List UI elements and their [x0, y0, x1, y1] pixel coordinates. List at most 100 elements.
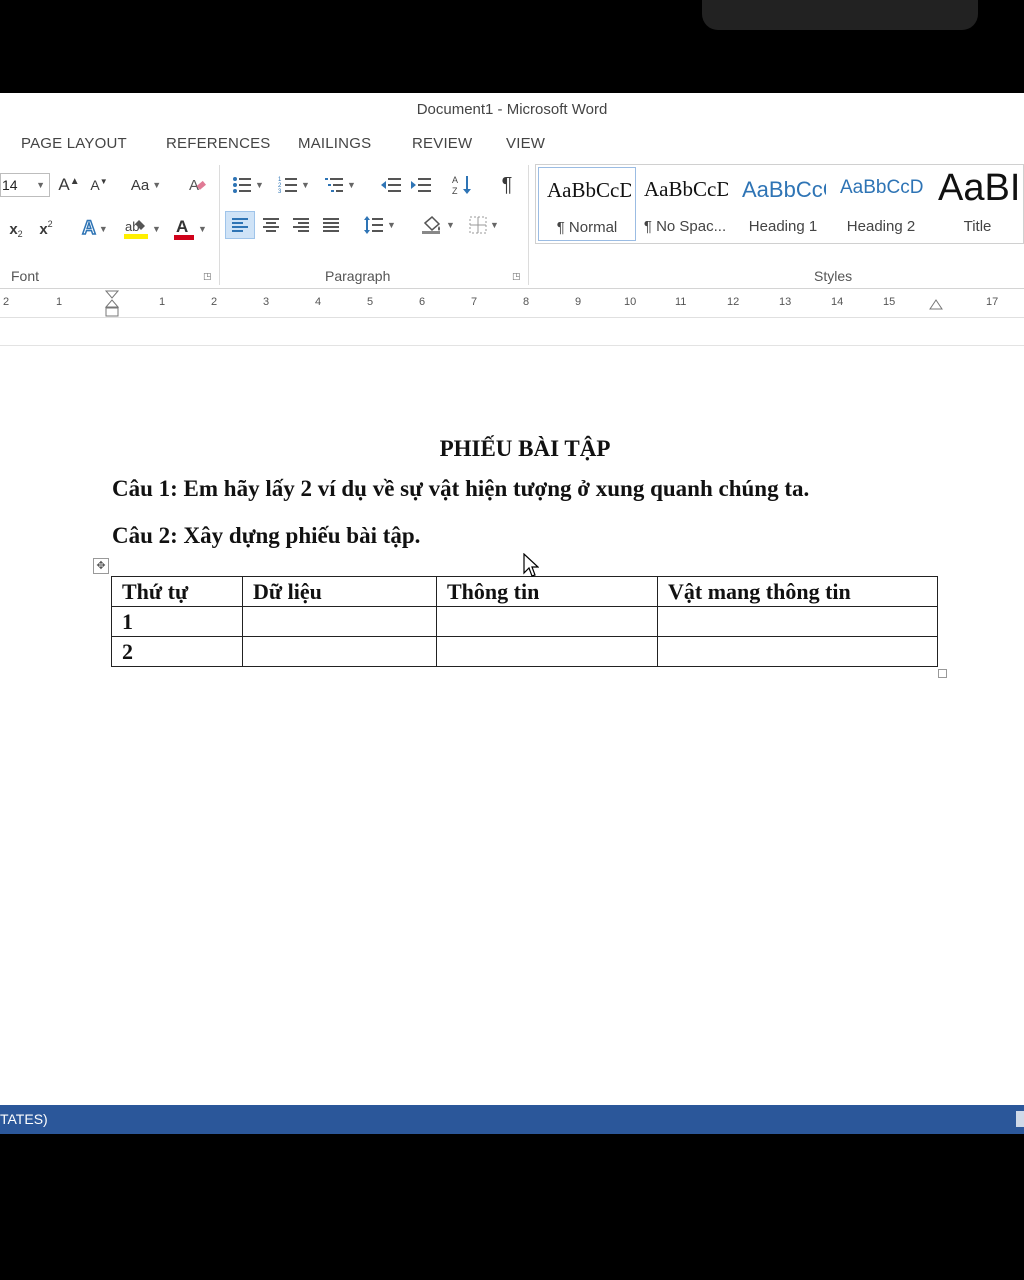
style-heading-1[interactable]: AaBbCcC Heading 1: [734, 167, 832, 241]
style-sample: AaBI: [938, 167, 1021, 209]
tab-page-layout[interactable]: PAGE LAYOUT: [21, 135, 127, 152]
table-header-cell[interactable]: Vật mang thông tin: [657, 576, 938, 607]
tab-view[interactable]: VIEW: [506, 135, 545, 152]
numbering-icon[interactable]: 1 2 3 ▼: [274, 171, 314, 199]
font-size-value: 14: [2, 177, 18, 193]
decrease-indent-icon[interactable]: [378, 171, 404, 199]
change-case-icon[interactable]: Aa ▼: [126, 171, 166, 199]
ruler-number: 10: [624, 296, 637, 308]
table-cell[interactable]: [436, 606, 658, 637]
ruler-number: 12: [727, 296, 740, 308]
mouse-pointer-icon: [523, 553, 539, 577]
style-sample: AaBbCcDc: [644, 177, 728, 201]
svg-text:3: 3: [278, 189, 282, 195]
table-row: 2: [111, 636, 938, 667]
tab-references[interactable]: REFERENCES: [166, 135, 271, 152]
style-heading-2[interactable]: AaBbCcDc Heading 2: [832, 167, 930, 241]
justify-icon[interactable]: [316, 211, 346, 239]
ruler-number: 3: [263, 296, 270, 308]
ruler-number: 17: [986, 296, 999, 308]
font-size-box[interactable]: 14 ▼: [0, 173, 50, 197]
line-spacing-icon[interactable]: ▼: [360, 211, 400, 239]
style-normal[interactable]: AaBbCcDc ¶ Normal: [538, 167, 636, 241]
style-title[interactable]: AaBI Title: [930, 167, 1024, 241]
tab-review[interactable]: REVIEW: [412, 135, 472, 152]
ruler-number: 1: [159, 296, 166, 308]
style-name: ¶ No Spac...: [643, 218, 727, 235]
multilevel-list-icon[interactable]: ▼: [320, 171, 360, 199]
svg-text:A: A: [176, 217, 188, 236]
grow-font-icon[interactable]: A ▲: [58, 171, 80, 199]
svg-text:A: A: [452, 175, 458, 185]
paragraph-group-label: Paragraph: [325, 268, 391, 284]
text-effects-icon[interactable]: A ▼: [76, 215, 114, 243]
table-cell[interactable]: [436, 636, 658, 667]
shading-icon[interactable]: ▼: [418, 211, 458, 239]
view-mode-icon[interactable]: [1016, 1111, 1024, 1127]
superscript-icon[interactable]: x2: [34, 215, 58, 243]
camera-notch: [702, 0, 978, 30]
ruler-number: 7: [471, 296, 478, 308]
svg-text:ab: ab: [125, 219, 139, 234]
ruler-number: 1: [56, 296, 63, 308]
increase-indent-icon[interactable]: [408, 171, 434, 199]
align-left-icon[interactable]: [225, 211, 255, 239]
borders-icon[interactable]: ▼: [464, 211, 504, 239]
table-cell[interactable]: [657, 636, 938, 667]
paragraph-dialog-launcher-icon[interactable]: ◳: [512, 271, 522, 281]
ruler-number: 8: [523, 296, 530, 308]
show-hide-marks-icon[interactable]: ¶: [494, 171, 520, 199]
ruler-number: 2: [3, 296, 10, 308]
word-window: Document1 - Microsoft Word PAGE LAYOUT R…: [0, 93, 1024, 1134]
subscript-icon[interactable]: x2: [4, 215, 28, 243]
align-center-icon[interactable]: [256, 211, 286, 239]
title-bar: Document1 - Microsoft Word: [0, 93, 1024, 125]
first-line-indent-marker[interactable]: [104, 290, 120, 318]
styles-gallery: AaBbCcDc ¶ Normal AaBbCcDc ¶ No Spac... …: [535, 164, 1024, 244]
table-cell[interactable]: [657, 606, 938, 637]
ruler-number: 14: [831, 296, 844, 308]
right-indent-marker[interactable]: [929, 298, 943, 310]
ruler-number: 2: [211, 296, 218, 308]
clear-formatting-icon[interactable]: A: [184, 171, 210, 199]
horizontal-ruler[interactable]: 2 1 1 2 3 4 5 6 7 8 9 10 11 12 13 14 15 …: [0, 290, 1024, 318]
sort-icon[interactable]: AZ: [450, 171, 476, 199]
table-resize-handle[interactable]: [938, 669, 947, 678]
table-header-cell[interactable]: Thông tin: [436, 576, 658, 607]
table-header-cell[interactable]: Thứ tự: [111, 576, 243, 607]
tab-mailings[interactable]: MAILINGS: [298, 135, 371, 152]
ruler-number: 6: [419, 296, 426, 308]
styles-group-label: Styles: [814, 268, 853, 284]
bullets-icon[interactable]: ▼: [228, 171, 268, 199]
svg-text:Z: Z: [452, 186, 458, 196]
style-name: Heading 2: [846, 218, 916, 235]
group-separator: [219, 165, 220, 285]
style-sample: AaBbCcDc: [840, 177, 924, 198]
worksheet-table[interactable]: Thứ tự Dữ liệu Thông tin Vật mang thông …: [111, 576, 938, 667]
table-header-cell[interactable]: Dữ liệu: [242, 576, 437, 607]
table-cell[interactable]: [242, 606, 437, 637]
table-header-row: Thứ tự Dữ liệu Thông tin Vật mang thông …: [111, 576, 938, 607]
ribbon: 14 ▼ A ▲ A ▼ Aa ▼ A x2 x2 A ▼ ab ▼ A ▼ Font ◳ …: [0, 159, 1024, 289]
style-sample: AaBbCcDc: [547, 178, 631, 202]
table-move-handle-icon[interactable]: ✥: [93, 558, 109, 574]
window-title: Document1 - Microsoft Word: [416, 101, 608, 118]
style-sample: AaBbCcC: [742, 177, 826, 202]
status-text[interactable]: TATES): [0, 1111, 48, 1127]
table-cell[interactable]: [242, 636, 437, 667]
align-right-icon[interactable]: [286, 211, 316, 239]
font-group-label: Font: [11, 268, 40, 284]
table-row: 1: [111, 606, 938, 637]
highlight-color-icon[interactable]: ab ▼: [120, 215, 164, 243]
shrink-font-icon[interactable]: A ▼: [88, 171, 110, 199]
table-cell[interactable]: 2: [111, 636, 243, 667]
style-name: Title: [963, 218, 992, 235]
document-area[interactable]: PHIẾU BÀI TẬP Câu 1: Em hãy lấy 2 ví dụ …: [0, 345, 1024, 1105]
document-heading: PHIẾU BÀI TẬP: [439, 436, 611, 461]
ruler-number: 5: [367, 296, 374, 308]
font-dialog-launcher-icon[interactable]: ◳: [203, 271, 213, 281]
ruler-number: 9: [575, 296, 582, 308]
style-no-spacing[interactable]: AaBbCcDc ¶ No Spac...: [636, 167, 734, 241]
table-cell[interactable]: 1: [111, 606, 243, 637]
font-color-icon[interactable]: A ▼: [168, 215, 212, 243]
